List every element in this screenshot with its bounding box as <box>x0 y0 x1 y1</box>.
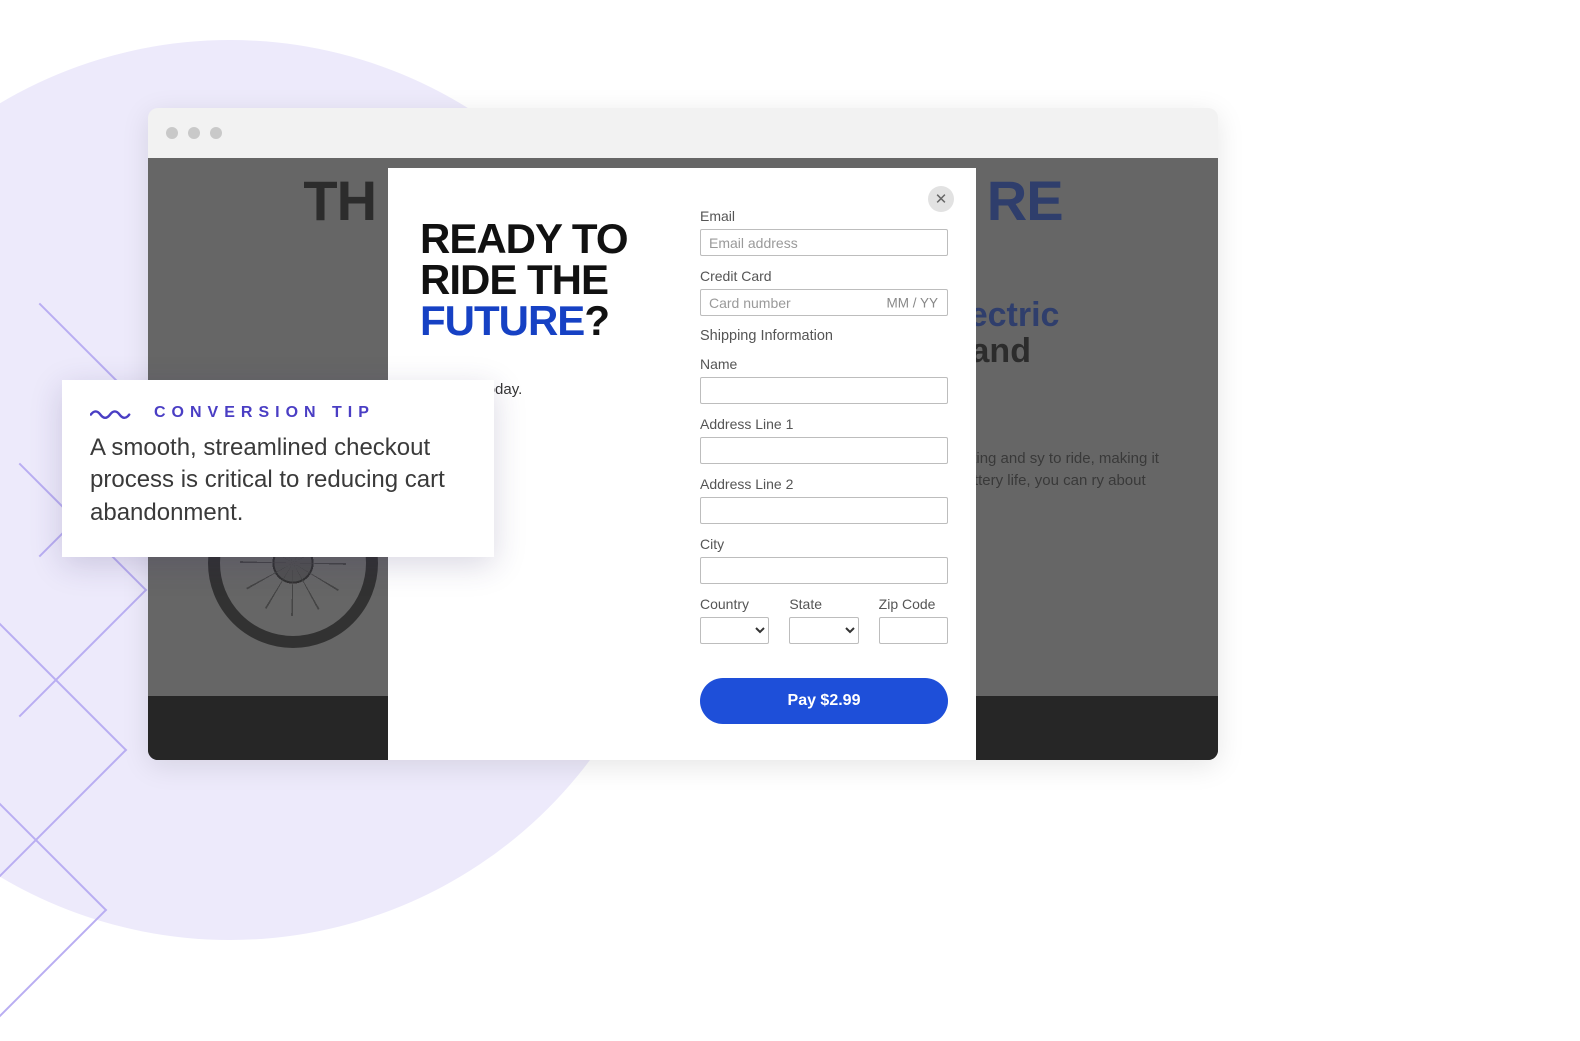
modal-headline: READY TO RIDE THE FUTURE? <box>420 218 660 341</box>
card-label: Credit Card <box>700 268 948 284</box>
tip-body: A smooth, streamlined checkout process i… <box>90 432 466 529</box>
squiggle-icon <box>90 406 138 420</box>
conversion-tip-card: CONVERSION TIP A smooth, streamlined che… <box>62 380 494 557</box>
browser-titlebar <box>148 108 1218 158</box>
address1-label: Address Line 1 <box>700 416 948 432</box>
card-number-input[interactable] <box>700 289 948 316</box>
city-input[interactable] <box>700 557 948 584</box>
address1-input[interactable] <box>700 437 948 464</box>
close-icon: ✕ <box>935 190 948 208</box>
name-label: Name <box>700 356 948 372</box>
country-label: Country <box>700 596 769 612</box>
traffic-light-dot <box>210 127 222 139</box>
headline-line2: RIDE THE <box>420 256 608 303</box>
traffic-light-dot <box>188 127 200 139</box>
state-label: State <box>789 596 858 612</box>
city-label: City <box>700 536 948 552</box>
headline-line3: FUTURE <box>420 297 584 344</box>
checkout-form: ✕ Email Credit Card MM / YY Shipping Inf… <box>700 208 948 740</box>
zip-label: Zip Code <box>879 596 948 612</box>
email-label: Email <box>700 208 948 224</box>
headline-line1: READY TO <box>420 215 628 262</box>
close-button[interactable]: ✕ <box>928 186 954 212</box>
address2-input[interactable] <box>700 497 948 524</box>
zip-input[interactable] <box>879 617 948 644</box>
tip-label: CONVERSION TIP <box>154 404 375 422</box>
headline-question: ? <box>584 297 609 344</box>
traffic-light-dot <box>166 127 178 139</box>
shipping-section-label: Shipping Information <box>700 328 948 344</box>
state-select[interactable] <box>789 617 858 644</box>
email-input[interactable] <box>700 229 948 256</box>
pay-button[interactable]: Pay $2.99 <box>700 678 948 724</box>
address2-label: Address Line 2 <box>700 476 948 492</box>
name-input[interactable] <box>700 377 948 404</box>
country-select[interactable] <box>700 617 769 644</box>
